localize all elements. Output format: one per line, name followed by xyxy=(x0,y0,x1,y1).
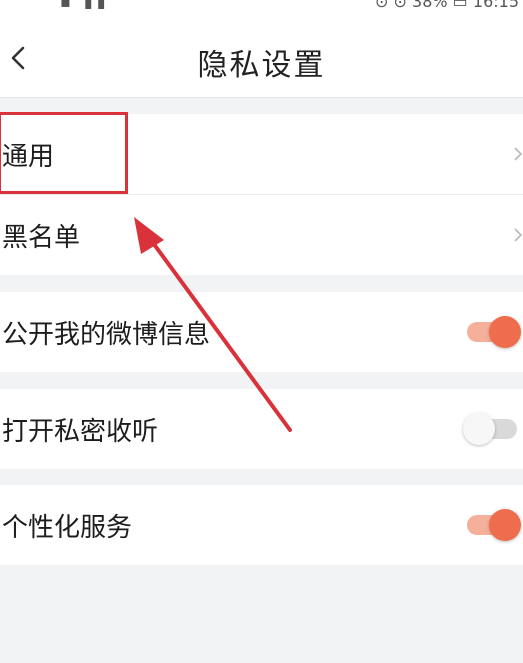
status-bar: ▪ ▮▮ ⊙ ⊙ 38% ▭ 16:15 xyxy=(0,0,523,18)
settings-row-personalized-service: 个性化服务 xyxy=(0,485,523,565)
settings-group-public-info: 公开我的微博信息 xyxy=(0,292,523,372)
status-left-icons: ▪ ▮▮ xyxy=(60,0,110,11)
personalized-service-toggle[interactable] xyxy=(463,509,521,541)
settings-group-private-follow: 打开私密收听 xyxy=(0,389,523,469)
row-label: 黑名单 xyxy=(2,223,81,253)
chevron-right-icon xyxy=(514,228,523,242)
row-label: 打开私密收听 xyxy=(2,417,159,447)
private-follow-toggle[interactable] xyxy=(463,413,521,445)
row-label: 个性化服务 xyxy=(2,513,133,543)
annotation-highlight-box xyxy=(0,112,128,194)
settings-row-blacklist[interactable]: 黑名单 xyxy=(0,195,523,275)
page-title: 隐私设置 xyxy=(197,48,326,83)
chevron-right-icon xyxy=(514,147,523,161)
toggle-knob xyxy=(489,509,521,541)
settings-row-private-follow: 打开私密收听 xyxy=(0,389,523,469)
toggle-knob xyxy=(489,316,521,348)
nav-bar: 隐私设置 xyxy=(0,18,523,98)
status-right-info: ⊙ ⊙ 38% ▭ 16:15 xyxy=(375,0,519,11)
settings-group-personalization: 个性化服务 xyxy=(0,485,523,565)
settings-row-public-weibo-info: 公开我的微博信息 xyxy=(0,292,523,372)
toggle-knob xyxy=(463,413,495,445)
row-label: 公开我的微博信息 xyxy=(2,320,211,350)
public-info-toggle[interactable] xyxy=(463,316,521,348)
